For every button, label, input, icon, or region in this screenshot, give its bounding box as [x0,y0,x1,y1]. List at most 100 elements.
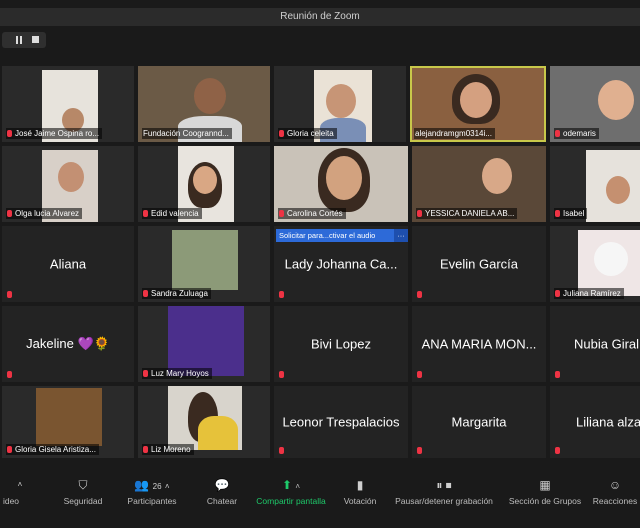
participant-tile[interactable]: Sandra Zuluaga [138,226,270,302]
participant-label: Liz Moreno [142,444,194,455]
breakout-rooms-button[interactable]: ▦ Sección de Grupos [506,478,584,506]
mic-muted-icon [7,130,12,137]
grid-icon: ▦ [539,478,551,492]
participants-button[interactable]: 👥 26 ˄ Participantes [124,478,180,506]
participants-count: 26 [152,482,162,491]
security-button[interactable]: ⛉ Seguridad [58,478,108,506]
participant-tile[interactable]: Juliana Ramírez [550,226,640,302]
mic-muted-icon [417,291,422,298]
meeting-toolbar: ˄ ideo ⛉ Seguridad 👥 26 ˄ Participantes … [0,470,640,528]
mic-muted-icon [555,290,560,297]
pause-recording-icon[interactable] [16,36,22,44]
participant-tile[interactable]: Bivi Lopez [274,306,408,382]
chevron-up-icon: ˄ [17,480,23,489]
bar-chart-icon: ▮ [356,478,364,492]
participant-label: Carolina Cortés [278,208,346,219]
participant-tile[interactable]: Luz Mary Hoyos [138,306,270,382]
participant-name: Bivi Lopez [311,336,371,352]
share-screen-icon: ⬆ ˄ [281,478,301,492]
mic-muted-icon [7,371,12,378]
participant-name: Liliana alza [576,414,640,430]
participant-label: Luz Mary Hoyos [142,368,212,379]
participant-tile[interactable]: Leonor Trespalacios [274,386,408,458]
mic-muted-icon [143,446,148,453]
participant-tile[interactable]: José Jaime Ospina ro... [2,66,134,142]
mic-muted-icon [555,371,560,378]
chat-bubble-icon: 💬 [214,478,230,492]
participant-label: alejandramgm0314i... [414,128,495,139]
participant-tile[interactable]: Edid valencia [138,146,270,222]
participant-label: Fundación Coogrannd... [142,128,232,139]
participant-label: Gloria Gisela Aristiza... [6,444,99,455]
mic-muted-icon [143,210,148,217]
participant-name: Evelin García [439,256,519,272]
participant-tile[interactable]: ANA MARIA MON... [412,306,546,382]
chat-button[interactable]: 💬 Chatear [200,478,244,506]
shield-icon: ⛉ [78,478,88,492]
mic-muted-icon [279,210,284,217]
top-bar [0,26,640,56]
mic-muted-icon [417,371,422,378]
reactions-button[interactable]: ☺ Reacciones [590,478,640,506]
participant-tile[interactable]: Liliana alza [550,386,640,458]
poll-button[interactable]: ▮ Votación [338,478,382,506]
smiley-icon: ☺ [608,478,622,492]
mic-muted-icon [279,371,284,378]
video-feed [36,388,102,446]
mic-muted-icon [7,210,12,217]
mic-muted-icon [7,291,12,298]
video-feed [172,230,238,290]
share-screen-button[interactable]: ⬆ ˄ Compartir pantalla [252,478,330,506]
chevron-up-icon: ˄ [295,482,301,491]
mic-muted-icon [279,291,284,298]
gallery-view: José Jaime Ospina ro... Fundación Coogra… [0,66,640,458]
participant-tile[interactable]: YESSICA DANIELA AB... [412,146,546,222]
participant-tile[interactable]: Isabel [550,146,640,222]
participant-tile[interactable]: Liz Moreno [138,386,270,458]
participant-label: YESSICA DANIELA AB... [416,208,518,219]
stop-recording-icon[interactable] [32,36,39,43]
chevron-up-icon: ˄ [164,482,170,491]
request-unmute-banner[interactable]: Solicitar para...ctivar el audio ··· [276,229,408,242]
banner-text: Solicitar para...ctivar el audio [279,231,376,240]
participant-label: Isabel [554,208,588,219]
pause-stop-icon: ⏸ ⏹ [436,478,452,492]
mic-muted-icon [143,370,148,377]
mic-muted-icon [279,447,284,454]
participant-tile[interactable]: Nubia Giral [550,306,640,382]
video-button[interactable]: ˄ ideo [0,478,26,506]
participant-tile[interactable]: Margarita [412,386,546,458]
participant-label: Edid valencia [142,208,202,219]
participant-tile[interactable]: Carolina Cortés [274,146,408,222]
participant-tile[interactable]: Aliana [2,226,134,302]
mic-muted-icon [555,130,560,137]
participant-label: Sandra Zuluaga [142,288,211,299]
participant-name: Jakeline 💜🌻 [26,336,110,351]
mic-muted-icon [143,290,148,297]
participant-label: Gloria celeita [278,128,337,139]
participant-tile-active-speaker[interactable]: alejandramgm0314i... [410,66,546,142]
participant-tile[interactable]: Gloria celeita [274,66,406,142]
mic-muted-icon [417,210,422,217]
participant-name: Aliana [49,256,87,272]
participant-label: José Jaime Ospina ro... [6,128,103,139]
participant-tile[interactable]: Fundación Coogrannd... [138,66,270,142]
video-feed [168,306,244,376]
participant-tile[interactable]: Olga lucia Alvarez [2,146,134,222]
participant-name: Lady Johanna Ca... [284,256,398,272]
mic-muted-icon [555,210,560,217]
more-options-icon[interactable]: ··· [394,229,408,242]
participant-tile[interactable]: odemaris [550,66,640,142]
participant-label: Olga lucia Alvarez [6,208,83,219]
recording-controls [2,32,46,48]
pause-stop-recording-button[interactable]: ⏸ ⏹ Pausar/detener grabación [392,478,496,506]
participant-label: odemaris [554,128,599,139]
zoom-window: Reunión de Zoom José Jaime Ospina ro... … [0,0,640,528]
participant-name: ANA MARIA MON... [421,336,537,352]
participant-tile[interactable]: Jakeline 💜🌻 [2,306,134,382]
participant-tile[interactable]: Gloria Gisela Aristiza... [2,386,134,458]
mic-muted-icon [7,446,12,453]
participant-tile[interactable]: Evelin García [412,226,546,302]
people-icon: 👥 26 ˄ [134,478,170,492]
participant-name: Nubia Giral [574,336,640,352]
